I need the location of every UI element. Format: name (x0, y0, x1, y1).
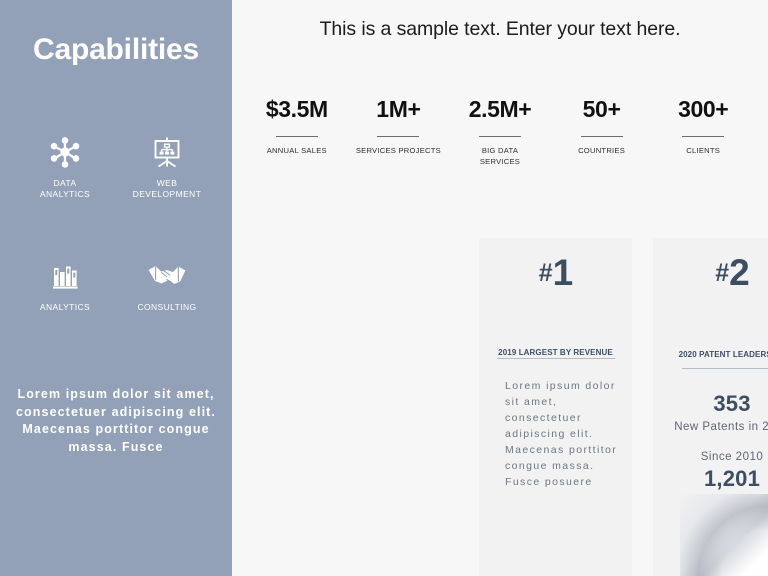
ranking-card-1[interactable]: #1 2019 LARGEST BY REVENUE Lorem ipsum d… (479, 238, 632, 576)
headline-text: This is a sample text. Enter your text h… (319, 18, 681, 40)
kpi-divider (478, 136, 521, 137)
capability-label: DATA ANALYTICS (39, 178, 91, 199)
kpi-countries: 50+ COUNTRIES (551, 95, 653, 167)
capability-label: WEB DEVELOPMENT (132, 178, 202, 199)
kpi-label: BIG DATA SERVICES (479, 146, 521, 166)
patents-caption: New Patents in 2019 (674, 421, 768, 433)
kpi-strip: $3.5M ANNUAL SALES 1M+ SERVICES PROJECTS… (246, 95, 754, 167)
rank-number: 2 (729, 252, 750, 293)
kpi-annual-sales: $3.5M ANNUAL SALES (246, 95, 348, 167)
capabilities-row-1: DATA ANALYTICS WEB DEVELOPMENT (14, 132, 218, 200)
network-hub-icon (14, 132, 116, 172)
card-heading: 2019 LARGEST BY REVENUE (498, 348, 613, 357)
kpi-label: ANNUAL SALES (266, 146, 327, 155)
card-heading-divider (682, 368, 768, 369)
capability-label: ANALYTICS (39, 302, 91, 312)
hash-symbol: # (715, 259, 730, 287)
rank-number: 1 (552, 252, 574, 293)
sidebar-panel: Capabilities DATA ANALYTICS WEB DEVELOPM… (0, 0, 232, 576)
hash-symbol: # (538, 259, 553, 287)
card-heading: 2020 PATENT LEADERSHIP (678, 350, 768, 359)
since-count: 1,201 (703, 466, 761, 491)
page-title: Capabilities (33, 33, 199, 66)
capabilities-grid: DATA ANALYTICS WEB DEVELOPMENT ANALYTICS… (14, 132, 218, 313)
kpi-divider (682, 136, 725, 137)
capability-item-web-development[interactable]: WEB DEVELOPMENT (116, 132, 218, 200)
kpi-value: 300+ (678, 96, 729, 122)
ranking-card-2[interactable]: #2 2020 PATENT LEADERSHIP 353 New Patent… (653, 238, 768, 576)
kpi-divider (275, 136, 318, 137)
kpi-label: CLIENTS (686, 146, 721, 155)
kpi-value: 1M+ (376, 96, 421, 122)
card-body-text: Lorem ipsum dolor sit amet, consectetuer… (505, 380, 618, 488)
rank-badge: #1 (479, 254, 632, 291)
capability-label: CONSULTING (137, 302, 197, 312)
kpi-big-data-services: 2.5M+ BIG DATA SERVICES (449, 95, 551, 167)
kpi-label: SERVICES PROJECTS (355, 146, 441, 155)
sidebar-description: Lorem ipsum dolor sit amet, consectetuer… (16, 387, 217, 454)
capability-item-data-analytics[interactable]: DATA ANALYTICS (14, 132, 116, 200)
capabilities-row-2: ANALYTICS CONSULTING (14, 256, 218, 313)
rank-badge: #2 (653, 254, 768, 291)
bar-chart-icon (14, 256, 116, 296)
kpi-services-projects: 1M+ SERVICES PROJECTS (348, 95, 450, 167)
handshake-icon (116, 256, 218, 296)
patents-count: 353 (713, 391, 751, 416)
capability-item-analytics[interactable]: ANALYTICS (14, 256, 116, 313)
since-caption: Since 2010 (700, 451, 764, 463)
capability-item-consulting[interactable]: CONSULTING (116, 256, 218, 313)
kpi-divider (580, 136, 623, 137)
kpi-divider (377, 136, 420, 137)
main-content: This is a sample text. Enter your text h… (232, 0, 768, 576)
patents-block: 353 New Patents in 2019 Since 2010 1,201 (653, 391, 768, 492)
kpi-clients: 300+ CLIENTS (652, 95, 754, 167)
kpi-value: $3.5M (265, 96, 328, 122)
kpi-value: 2.5M+ (468, 96, 532, 122)
presentation-board-icon (116, 132, 218, 172)
slide-canvas: Capabilities DATA ANALYTICS WEB DEVELOPM… (0, 0, 768, 576)
kpi-value: 50+ (582, 96, 621, 122)
kpi-label: COUNTRIES (578, 146, 626, 155)
